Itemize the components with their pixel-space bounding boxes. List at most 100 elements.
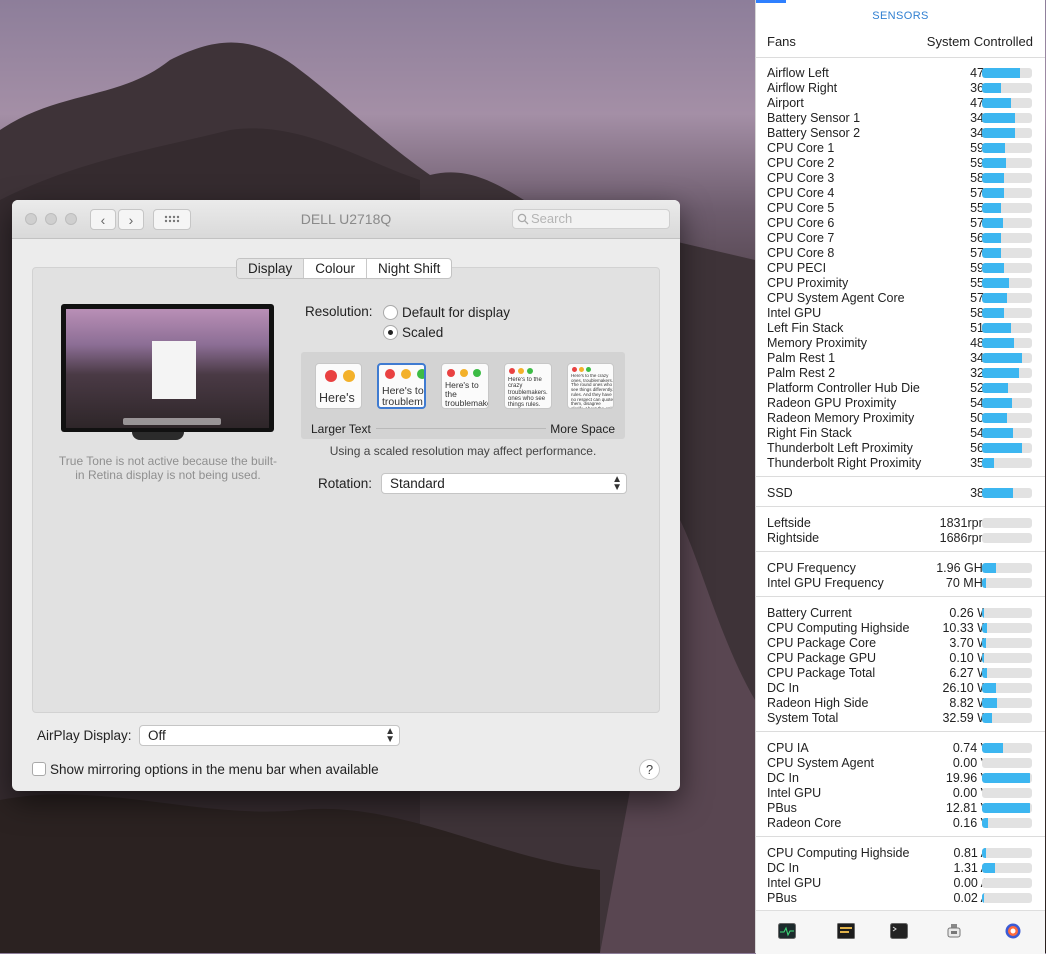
rotation-select[interactable]: Standard ▲ ▼ [381, 473, 627, 494]
istat-menus-icon[interactable] [1004, 923, 1022, 939]
sensors-title: SENSORS [872, 10, 929, 22]
sensor-level-fill [982, 848, 986, 858]
true-tone-note: True Tone is not active because the buil… [58, 454, 278, 482]
radio-default-for-display[interactable] [383, 305, 398, 320]
sensor-row: PBus 0.02 A [767, 891, 1037, 906]
sensor-row: CPU Core 2 59° [767, 156, 1037, 171]
sensor-level-bar [982, 368, 1032, 378]
sensor-name: Battery Sensor 1 [767, 111, 861, 125]
sensor-level-bar [982, 308, 1032, 318]
sensor-row: Palm Rest 1 34° [767, 351, 1037, 366]
rotation-label: Rotation: [318, 476, 373, 491]
sensor-level-fill [982, 428, 1013, 438]
tab-display[interactable]: Display [237, 259, 304, 278]
activity-monitor-icon[interactable] [778, 923, 796, 939]
radio-default-label[interactable]: Default for display [402, 305, 510, 320]
sensor-name: Radeon Memory Proximity [767, 411, 915, 425]
sensor-name: Radeon Core [767, 816, 842, 830]
sensor-level-bar [982, 638, 1032, 648]
sensor-row: CPU System Agent Core 57° [767, 291, 1037, 306]
sensor-row: Airflow Right 36° [767, 81, 1037, 96]
sensor-level-bar [982, 383, 1032, 393]
sensor-row: Rightside 1686rpm [767, 531, 1037, 546]
mirroring-checkbox[interactable] [32, 762, 46, 776]
sensor-name: CPU Core 1 [767, 141, 835, 155]
sensor-level-fill [982, 488, 1013, 498]
sensor-name: CPU Core 6 [767, 216, 835, 230]
scale-option-4[interactable]: Here's to the crazy troublemakers. ones … [504, 363, 552, 409]
radio-scaled-label[interactable]: Scaled [402, 325, 443, 340]
sensor-level-fill [982, 743, 1003, 753]
sensor-name: CPU Package GPU [767, 651, 877, 665]
sensor-level-bar [982, 698, 1032, 708]
sensor-row: CPU Package GPU 0.10 W [767, 651, 1037, 666]
terminal-icon[interactable] [890, 923, 908, 939]
console-icon[interactable] [837, 923, 855, 939]
sensor-level-fill [982, 413, 1007, 423]
sensor-level-bar [982, 578, 1032, 588]
sensor-row: CPU Package Total 6.27 W [767, 666, 1037, 681]
sensor-name: CPU Package Total [767, 666, 876, 680]
sensor-level-fill [982, 713, 992, 723]
sensor-row: System Total 32.59 W [767, 711, 1037, 726]
sensor-row: CPU IA 0.74 V [767, 741, 1037, 756]
airplay-label: AirPlay Display: [37, 728, 132, 743]
sensor-level-bar [982, 278, 1032, 288]
sensor-row: CPU Core 7 56° [767, 231, 1037, 246]
sensor-row: Memory Proximity 48° [767, 336, 1037, 351]
system-info-icon[interactable] [945, 923, 963, 939]
sensor-row: Left Fin Stack 51° [767, 321, 1037, 336]
chevron-updown-icon: ▲ ▼ [385, 726, 395, 745]
sensor-row: CPU Core 1 59° [767, 141, 1037, 156]
sensor-level-bar [982, 803, 1032, 813]
scale-option-5[interactable]: Here's to the crazy ones, troublemakers.… [567, 363, 614, 409]
monitor-stand [132, 432, 184, 440]
sensor-name: Right Fin Stack [767, 426, 852, 440]
sensor-level-bar [982, 848, 1032, 858]
tab-colour[interactable]: Colour [303, 259, 366, 278]
sensor-level-fill [982, 83, 1001, 93]
title-bar: ‹ › DELL U2718Q Search [12, 200, 680, 239]
airplay-select[interactable]: Off ▲ ▼ [139, 725, 400, 746]
radio-scaled[interactable] [383, 325, 398, 340]
sensor-name: Battery Current [767, 606, 852, 620]
sensor-level-fill [982, 443, 1022, 453]
sensor-level-fill [982, 698, 997, 708]
preview-document [152, 341, 196, 399]
sensor-level-fill [982, 188, 1004, 198]
sensor-name: Radeon High Side [767, 696, 869, 710]
fans-mode-value[interactable]: System Controlled [927, 34, 1033, 49]
sensor-level-fill [982, 323, 1011, 333]
sensor-level-fill [982, 653, 984, 663]
mirroring-label[interactable]: Show mirroring options in the menu bar w… [50, 762, 379, 777]
sensor-level-fill [982, 263, 1004, 273]
sensor-level-bar [982, 233, 1032, 243]
sensor-row: Leftside 1831rpm [767, 516, 1037, 531]
sensor-level-fill [982, 683, 996, 693]
sensor-name: Airflow Right [767, 81, 838, 95]
sensor-name: PBus [767, 801, 797, 815]
sensor-level-fill [982, 893, 984, 903]
sensor-level-bar [982, 353, 1032, 363]
sensor-level-bar [982, 863, 1032, 873]
sensor-row: CPU System Agent 0.00 V [767, 756, 1037, 771]
sensor-level-bar [982, 158, 1032, 168]
sensor-row: CPU Package Core 3.70 W [767, 636, 1037, 651]
sensor-level-fill [982, 158, 1006, 168]
sensor-level-fill [982, 353, 1022, 363]
search-field[interactable]: Search [512, 209, 670, 229]
sensor-name: Thunderbolt Left Proximity [767, 441, 913, 455]
sensor-name: CPU Core 8 [767, 246, 835, 260]
scale-option-3[interactable]: Here's to the troublemakers. ones who se… [441, 363, 489, 409]
sensor-name: CPU IA [767, 741, 809, 755]
sensor-level-fill [982, 803, 1030, 813]
sensor-name: DC In [767, 771, 799, 785]
divider [756, 836, 1045, 837]
sensor-level-bar [982, 893, 1032, 903]
sensor-level-fill [982, 668, 987, 678]
scale-option-1[interactable]: Here's [315, 363, 362, 409]
tab-night-shift[interactable]: Night Shift [366, 259, 451, 278]
help-button[interactable]: ? [639, 759, 660, 780]
sensor-level-bar [982, 113, 1032, 123]
scale-option-2[interactable]: Here's to troublem [377, 363, 426, 409]
